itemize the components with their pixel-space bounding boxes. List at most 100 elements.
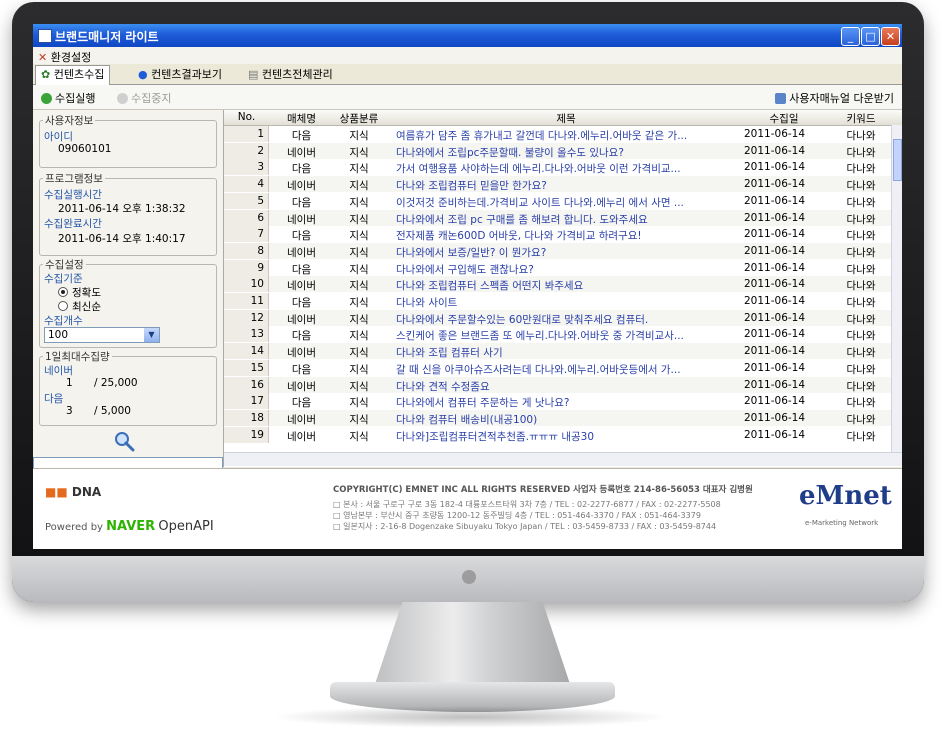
header-title[interactable]: 제목: [396, 111, 736, 126]
table-row[interactable]: 3 다음 지식 가서 여행용품 사야하는데 에누리.다나와.어바웃 이런 가격비교..…: [224, 159, 894, 176]
row-number: 8: [224, 242, 269, 259]
download-icon: [775, 93, 787, 104]
title-bar[interactable]: 브랜드매니저 라이트 _ □ ✕: [33, 24, 902, 47]
row-media: 네이버: [287, 413, 316, 426]
header-no[interactable]: No.: [224, 111, 269, 123]
header-media[interactable]: 매체명: [274, 111, 329, 126]
row-media: 다음: [291, 330, 312, 343]
row-number: 4: [224, 176, 269, 193]
table-row[interactable]: 12 네이버 지식 다나와에서 주문할수있는 60만원대로 맞춰주세요 컴퓨터. 201…: [224, 309, 894, 326]
row-title: 갈 때 신을 아쿠아슈즈사려는데 다나와.에누리.어바웃등에서 가...: [396, 363, 681, 376]
row-number: 10: [224, 276, 269, 293]
row-category: 지식: [349, 246, 369, 259]
program-info-group: 프로그램정보 수집실행시간 2011-06-14 오후 1:38:32 수집완료…: [39, 171, 217, 256]
table-row[interactable]: 16 네이버 지식 다나와 견적 수정좀요 2011-06-14 다나와: [224, 376, 894, 393]
row-category: 지식: [349, 180, 369, 193]
row-media: 네이버: [287, 347, 316, 360]
row-title: 다나와 조립컴퓨터 믿을만 한가요?: [396, 180, 547, 193]
run-button[interactable]: 수집실행: [41, 90, 95, 106]
maximize-button[interactable]: □: [861, 27, 880, 46]
left-panel: 사용자정보 아이디 09060101 프로그램정보 수집실행시간 2011-06…: [33, 110, 224, 471]
radio-selected-icon: [58, 287, 68, 297]
row-title: 전자제품 캐논600D 어바웃, 다나와 가격비교 하려구요!: [396, 230, 642, 243]
powered-by: Powered by NAVER OpenAPI: [45, 519, 214, 534]
table-row[interactable]: 13 다음 지식 스킨케어 좋은 브랜드좀 또 에누리.다나와.어바웃 중 가격비교사…: [224, 326, 894, 343]
manual-download-button[interactable]: 사용자매뉴얼 다운받기: [775, 90, 894, 106]
table-row[interactable]: 17 다음 지식 다나와에서 컴퓨터 주문하는 게 낫나요? 2011-06-14 다나와: [224, 393, 894, 410]
row-media: 다음: [291, 230, 312, 243]
tab-collect[interactable]: ✿ 컨텐츠수집: [35, 65, 111, 85]
row-category: 지식: [349, 413, 369, 426]
row-date: 2011-06-14: [744, 161, 806, 174]
row-category: 지식: [349, 363, 369, 376]
daily-max-title: 1일최대수집량: [43, 349, 112, 364]
table-row[interactable]: 4 네이버 지식 다나와 조립컴퓨터 믿을만 한가요? 2011-06-14 다나와: [224, 176, 894, 193]
header-keyword[interactable]: 키워드: [836, 111, 886, 126]
row-media: 다음: [291, 397, 312, 410]
stop-button[interactable]: 수집중지: [117, 90, 171, 106]
menu-settings[interactable]: ✕ 환경설정: [38, 49, 91, 65]
check-icon: [41, 93, 52, 104]
row-keyword: 다나와: [846, 380, 876, 393]
tab-results[interactable]: ● 컨텐츠결과보기: [133, 66, 227, 83]
naver-quota-label: 네이버: [44, 365, 73, 377]
daum-quota-max: / 5,000: [94, 405, 131, 417]
minimize-button[interactable]: _: [841, 27, 860, 46]
row-number: 18: [224, 409, 269, 426]
header-date[interactable]: 수집일: [744, 111, 824, 126]
vertical-scrollbar[interactable]: [891, 125, 902, 452]
table-row[interactable]: 18 네이버 지식 다나와 컴퓨터 배송비(내공100) 2011-06-14 다나와: [224, 409, 894, 426]
table-row[interactable]: 11 다음 지식 다나와 사이트 2011-06-14 다나와: [224, 293, 894, 309]
toolbar: 수집실행 수집중지 사용자매뉴얼 다운받기: [33, 85, 902, 110]
row-number: 14: [224, 343, 269, 360]
table-row[interactable]: 2 네이버 지식 다나와에서 조립pc주문할때. 불량이 올수도 있나요? 2011-0…: [224, 142, 894, 159]
radio-latest[interactable]: 최신순: [58, 299, 101, 314]
row-title: 다나와 컴퓨터 배송비(내공100): [396, 413, 538, 426]
row-title: 다나와]조립컴퓨터견적추천좀.ㅠㅠㅠ 내공30: [396, 430, 595, 443]
row-media: 다음: [291, 263, 312, 276]
table-row[interactable]: 10 네이버 지식 다나와 조립컴퓨터 스펙좀 어떤지 봐주세요 2011-06-14 다…: [224, 276, 894, 293]
row-category: 지식: [349, 330, 369, 343]
table-row[interactable]: 6 네이버 지식 다나와에서 조립 pc 구매를 좀 해보려 합니다. 도와주세요 20…: [224, 209, 894, 226]
table-row[interactable]: 8 네이버 지식 다나와에서 보증/일반? 이 뭔가요? 2011-06-14 다나와: [224, 242, 894, 259]
row-date: 2011-06-14: [744, 144, 806, 157]
stop-icon: [117, 93, 128, 104]
row-title: 가서 여행용품 사야하는데 에누리.다나와.어바웃 이런 가격비교...: [396, 163, 681, 176]
end-time-label: 수집완료시간: [44, 218, 102, 230]
row-title: 다나와 조립컴퓨터 스펙좀 어떤지 봐주세요: [396, 280, 584, 293]
table-row[interactable]: 15 다음 지식 갈 때 신을 아쿠아슈즈사려는데 다나와.에누리.어바웃등에서 가.…: [224, 359, 894, 376]
horizontal-scrollbar[interactable]: [224, 452, 902, 466]
table-row[interactable]: 14 네이버 지식 다나와 조립 컴퓨터 사기 2011-06-14 다나와: [224, 343, 894, 360]
search-icon[interactable]: [113, 430, 135, 452]
tab-manage[interactable]: ▤ 컨텐츠전체관리: [243, 66, 338, 83]
scrollbar-thumb[interactable]: [893, 139, 902, 181]
table-row[interactable]: 19 네이버 지식 다나와]조립컴퓨터견적추천좀.ㅠㅠㅠ 내공30 2011-06-14…: [224, 426, 894, 443]
row-keyword: 다나와: [846, 163, 876, 176]
table-row[interactable]: 9 다음 지식 다나와에서 구입해도 괜찮나요? 2011-06-14 다나와: [224, 259, 894, 276]
row-category: 지식: [349, 163, 369, 176]
row-date: 2011-06-14: [744, 178, 806, 191]
chevron-down-icon[interactable]: ▼: [144, 328, 159, 342]
count-label: 수집개수: [44, 315, 83, 327]
row-category: 지식: [349, 397, 369, 410]
table-row[interactable]: 1 다음 지식 여름휴가 담주 좀 휴가내고 갈껀데 다나와.에누리.어바웃 같은 가…: [224, 126, 894, 142]
table-row[interactable]: 5 다음 지식 이것저것 준비하는데.가격비교 사이트 다나와.에누리 에서 사면 .…: [224, 192, 894, 209]
table-row[interactable]: 7 다음 지식 전자제품 캐논600D 어바웃, 다나와 가격비교 하려구요! 2011…: [224, 226, 894, 243]
radio-accuracy[interactable]: 정확도: [58, 285, 101, 300]
row-keyword: 다나와: [846, 230, 876, 243]
header-category[interactable]: 상품분류: [334, 111, 384, 126]
row-date: 2011-06-14: [744, 378, 806, 391]
row-number: 3: [224, 159, 269, 176]
row-keyword: 다나와: [846, 213, 876, 226]
daily-max-group: 1일최대수집량 네이버 1 / 25,000 다음 3 / 5,000: [39, 349, 217, 426]
row-keyword: 다나와: [846, 180, 876, 193]
start-time-label: 수집실행시간: [44, 189, 102, 201]
naver-quota-max: / 25,000: [94, 377, 138, 389]
footer: ■■ DNA Powered by NAVER OpenAPI COPYRIGH…: [33, 468, 902, 549]
close-button[interactable]: ✕: [881, 27, 900, 46]
row-category: 지식: [349, 430, 369, 443]
dna-logo: ■■ DNA: [45, 485, 102, 499]
count-select[interactable]: 100 ▼: [44, 327, 160, 343]
row-category: 지식: [349, 313, 369, 326]
row-date: 2011-06-14: [744, 244, 806, 257]
